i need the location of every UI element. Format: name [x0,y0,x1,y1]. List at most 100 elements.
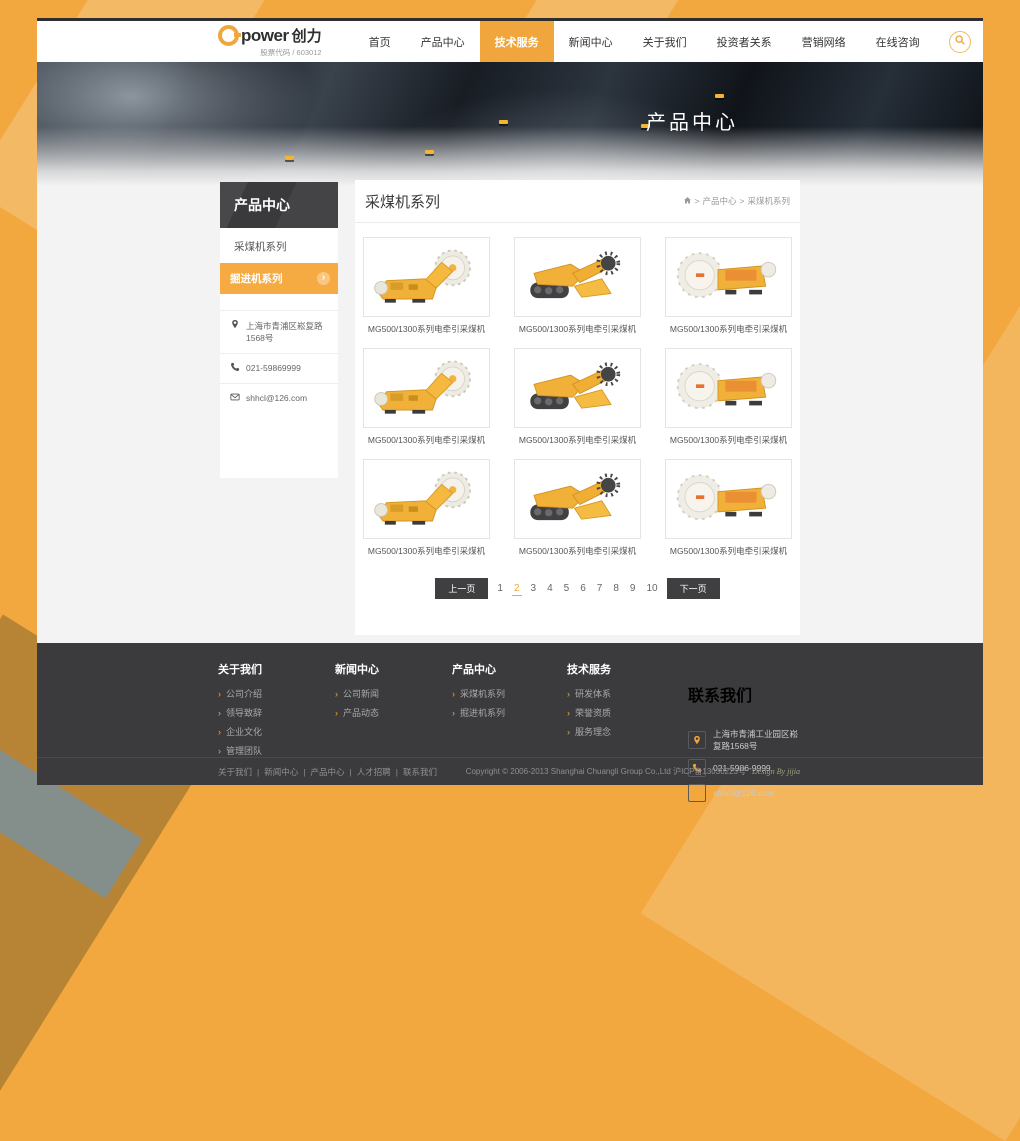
product-image [363,348,490,428]
copyright-text: Copyright © 2006-2013 Shanghai Chuangli … [466,766,746,777]
nav-item-6[interactable]: 投资者关系 [702,21,787,62]
product-image [514,237,641,317]
footer-bottom-bar: 关于我们|新闻中心|产品中心|人才招聘|联系我们 Copyright © 200… [37,757,983,785]
product-name: MG500/1300系列电牵引采煤机 [514,323,641,335]
page-number-7[interactable]: 7 [595,582,605,595]
footer-link[interactable]: ›研发体系 [567,687,688,700]
breadcrumb-item[interactable]: 产品中心 [703,195,737,207]
bottom-link[interactable]: 产品中心 [310,766,344,778]
sidebar-menu-item-2[interactable]: 掘进机系列› [220,263,338,294]
arrow-bullet-icon: › [335,708,338,718]
sidebar-contact-text: 上海市青浦区崧复路1568号 [246,320,328,344]
footer-link[interactable]: ›公司介绍 [218,687,335,700]
page-number-2[interactable]: 2 [512,582,522,596]
product-card-7[interactable]: MG500/1300系列电牵引采煤机 [363,459,490,557]
nav-item-4[interactable]: 新闻中心 [554,21,628,62]
footer-link[interactable]: ›荣誉资质 [567,706,688,719]
footer-column-2: 新闻中心›公司新闻›产品动态 [335,661,452,809]
content-area: 产品中心 采煤机系列掘进机系列› 上海市青浦区崧复路1568号021-59869… [37,186,983,643]
product-card-1[interactable]: MG500/1300系列电牵引采煤机 [363,237,490,335]
product-card-2[interactable]: MG500/1300系列电牵引采煤机 [514,237,641,335]
product-grid: MG500/1300系列电牵引采煤机MG500/1300系列电牵引采煤机MG50… [355,223,800,570]
search-button[interactable] [949,31,971,53]
breadcrumb: >产品中心>采煤机系列 [683,195,790,207]
logo-icon [218,25,239,46]
product-name: MG500/1300系列电牵引采煤机 [514,545,641,557]
sidebar-menu: 采煤机系列掘进机系列› [220,228,338,294]
bottom-link[interactable]: 关于我们 [218,766,252,778]
pagination: 上一页 123456789 10 下一页 [355,578,800,599]
product-card-5[interactable]: MG500/1300系列电牵引采煤机 [514,348,641,446]
footer-link[interactable]: › 产品动态 [335,706,452,719]
sidebar-body: 采煤机系列掘进机系列› 上海市青浦区崧复路1568号021-59869999sh… [220,228,338,478]
product-name: MG500/1300系列电牵引采煤机 [665,434,792,446]
footer-column-title: 新闻中心 [335,661,452,677]
product-name: MG500/1300系列电牵引采煤机 [363,434,490,446]
page-number-6[interactable]: 6 [578,582,588,595]
product-image [363,237,490,317]
footer-link-label: 企业文化 [226,725,262,738]
product-card-6[interactable]: MG500/1300系列电牵引采煤机 [665,348,792,446]
arrow-bullet-icon: › [335,689,338,699]
footer-contact-item: shhcl@126.com [688,784,800,802]
nav-item-1[interactable]: 首页 [354,21,406,62]
footer-link[interactable]: ›管理团队 [218,744,335,757]
sidebar: 产品中心 采煤机系列掘进机系列› 上海市青浦区崧复路1568号021-59869… [220,182,338,478]
page-number-1[interactable]: 1 [495,582,505,595]
bottom-link[interactable]: 人才招聘 [357,766,391,778]
page-number-10[interactable]: 10 [644,582,659,595]
home-icon[interactable] [683,196,692,207]
arrow-bullet-icon: › [567,727,570,737]
footer-link[interactable]: ›采煤机系列 [452,687,567,700]
product-card-4[interactable]: MG500/1300系列电牵引采煤机 [363,348,490,446]
bottom-link[interactable]: 新闻中心 [264,766,298,778]
product-card-8[interactable]: MG500/1300系列电牵引采煤机 [514,459,641,557]
footer-link[interactable]: › 领导致辞 [218,706,335,719]
next-page-button[interactable]: 下一页 [667,578,720,599]
product-card-3[interactable]: MG500/1300系列电牵引采煤机 [665,237,792,335]
footer-link-label: 产品动态 [343,706,379,719]
breadcrumb-separator: > [740,196,745,206]
location-icon [230,319,240,331]
page-number-4[interactable]: 4 [545,582,555,595]
product-name: MG500/1300系列电牵引采煤机 [363,323,490,335]
nav-item-5[interactable]: 关于我们 [628,21,702,62]
nav-item-8[interactable]: 在线咨询 [861,21,935,62]
phone-icon [230,362,240,374]
logo-name: power [241,26,289,46]
email-icon [688,784,706,802]
prev-page-button[interactable]: 上一页 [435,578,488,599]
page-number-8[interactable]: 8 [611,582,621,595]
site-footer: 关于我们›公司介绍›领导致辞›企业文化›管理团队新闻中心›公司新闻›产品动态产品… [37,643,983,785]
footer-link[interactable]: ›公司新闻 [335,687,452,700]
page-number-3[interactable]: 3 [529,582,539,595]
nav-item-7[interactable]: 营销网络 [787,21,861,62]
page-number-9[interactable]: 9 [628,582,638,595]
footer-link[interactable]: ›掘进机系列 [452,706,567,719]
bottom-link-separator: | [349,767,351,777]
bottom-link[interactable]: 联系我们 [403,766,437,778]
footer-column-3: 产品中心›采煤机系列›掘进机系列 [452,661,567,809]
product-card-9[interactable]: MG500/1300系列电牵引采煤机 [665,459,792,557]
footer-link-label: 管理团队 [226,744,262,757]
truck-dot [285,156,294,160]
main-nav: 首页产品中心技术服务新闻中心关于我们投资者关系营销网络在线咨询 [354,21,935,62]
product-image [514,348,641,428]
nav-item-2[interactable]: 产品中心 [406,21,480,62]
footer-link[interactable]: ›企业文化 [218,725,335,738]
page-frame: power 创力 股票代码 / 603012 首页产品中心技术服务新闻中心关于我… [37,18,983,782]
breadcrumb-item[interactable]: 采煤机系列 [747,195,790,207]
page-number-5[interactable]: 5 [562,582,572,595]
logo[interactable]: power 创力 股票代码 / 603012 [218,21,322,62]
nav-item-3[interactable]: 技术服务 [480,21,554,62]
footer-column-title: 关于我们 [218,661,335,677]
footer-column-4: 技术服务 ›研发体系 ›荣誉资质 ›服务理念 [567,661,688,809]
footer-column-title: 技术服务 [567,661,688,677]
product-image [665,237,792,317]
truck-dot [499,120,508,124]
product-image [363,459,490,539]
footer-link[interactable]: ›服务理念 [567,725,688,738]
sidebar-menu-item-1[interactable]: 采煤机系列 [220,228,338,263]
arrow-bullet-icon: › [567,689,570,699]
footer-link-label: 领导致辞 [226,706,262,719]
